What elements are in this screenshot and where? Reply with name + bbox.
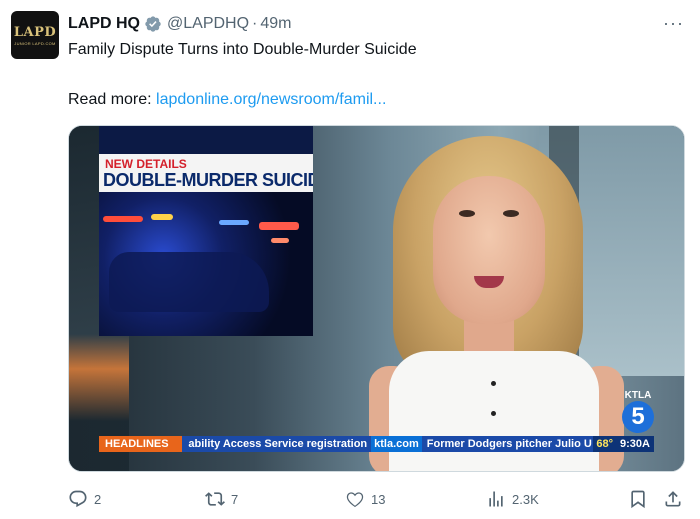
bookmark-icon — [631, 490, 645, 509]
anchor-eye-left — [459, 210, 475, 217]
light-red — [103, 216, 143, 222]
avatar-logo-subtext: JUNIOR LAPD.COM — [14, 40, 56, 46]
ticker-headlines-label: HEADLINES — [99, 436, 183, 452]
inset-headline: DOUBLE-MURDER SUICIDE — [103, 170, 313, 190]
avatar-logo-text: LAPD — [13, 24, 57, 40]
video-media[interactable]: NEW DETAILS DOUBLE-MURDER SUICIDE HEADLI… — [68, 125, 685, 472]
tweet-header: LAPD HQ @LAPDHQ · 49m — [68, 13, 292, 35]
views-button[interactable]: 2.3K — [486, 486, 539, 512]
light-amber — [151, 214, 173, 220]
station-logo-text: KTLA — [624, 390, 652, 401]
tweet-actions: 2 7 13 2.3K — [60, 486, 685, 512]
views-count: 2.3K — [512, 491, 539, 507]
more-options-icon[interactable]: ··· — [663, 13, 684, 34]
light-red-small — [271, 238, 289, 243]
repost-icon — [205, 492, 225, 506]
light-red-right — [259, 222, 299, 230]
reply-icon — [69, 490, 87, 508]
analytics-icon — [489, 491, 503, 507]
read-more-line: Read more: lapdonline.org/newsroom/famil… — [68, 89, 386, 111]
reply-button[interactable]: 2 — [68, 486, 101, 512]
ticker-news-item-2: Former Dodgers pitcher Julio U — [426, 438, 592, 450]
repost-button[interactable]: 7 — [205, 486, 238, 512]
like-count: 13 — [371, 491, 386, 507]
verified-badge-icon — [144, 15, 162, 33]
like-button[interactable]: 13 — [345, 486, 385, 512]
bookmark-button[interactable] — [628, 486, 654, 512]
heart-icon — [346, 492, 364, 508]
station-logo-number: 5 — [622, 401, 654, 433]
ticker-temperature: 68° — [593, 436, 617, 452]
author-name[interactable]: LAPD HQ — [68, 15, 140, 33]
tweet-timestamp[interactable]: 49m — [260, 15, 291, 33]
author-handle[interactable]: @LAPDHQ — [167, 15, 249, 33]
article-link[interactable]: lapdonline.org/newsroom/famil... — [156, 91, 386, 108]
blouse-button — [491, 411, 496, 416]
inset-new-details: NEW DETAILS — [105, 157, 187, 171]
ticker-clock: 9:30A — [616, 436, 654, 452]
police-car-shape — [109, 252, 269, 312]
ticker-site: ktla.com — [371, 436, 422, 452]
separator-dot: · — [252, 15, 258, 32]
news-anchor — [369, 136, 629, 471]
news-graphic-inset: NEW DETAILS DOUBLE-MURDER SUICIDE — [99, 126, 313, 336]
news-ticker: HEADLINES ability Access Service registr… — [99, 436, 654, 452]
station-logo: KTLA 5 — [619, 390, 657, 436]
repost-count: 7 — [231, 491, 239, 507]
ticker-news-item: ability Access Service registration — [188, 438, 368, 450]
share-icon — [665, 491, 681, 507]
avatar[interactable]: LAPD JUNIOR LAPD.COM — [11, 11, 59, 59]
reply-count: 2 — [94, 491, 102, 507]
share-button[interactable] — [663, 486, 689, 512]
tweet-text: Family Dispute Turns into Double-Murder … — [68, 41, 417, 58]
police-lights-scene — [99, 192, 313, 336]
anchor-face — [433, 176, 545, 324]
blouse-button — [491, 381, 496, 386]
light-blue — [219, 220, 249, 225]
anchor-eye-right — [503, 210, 519, 217]
read-more-prefix: Read more: — [68, 91, 157, 108]
